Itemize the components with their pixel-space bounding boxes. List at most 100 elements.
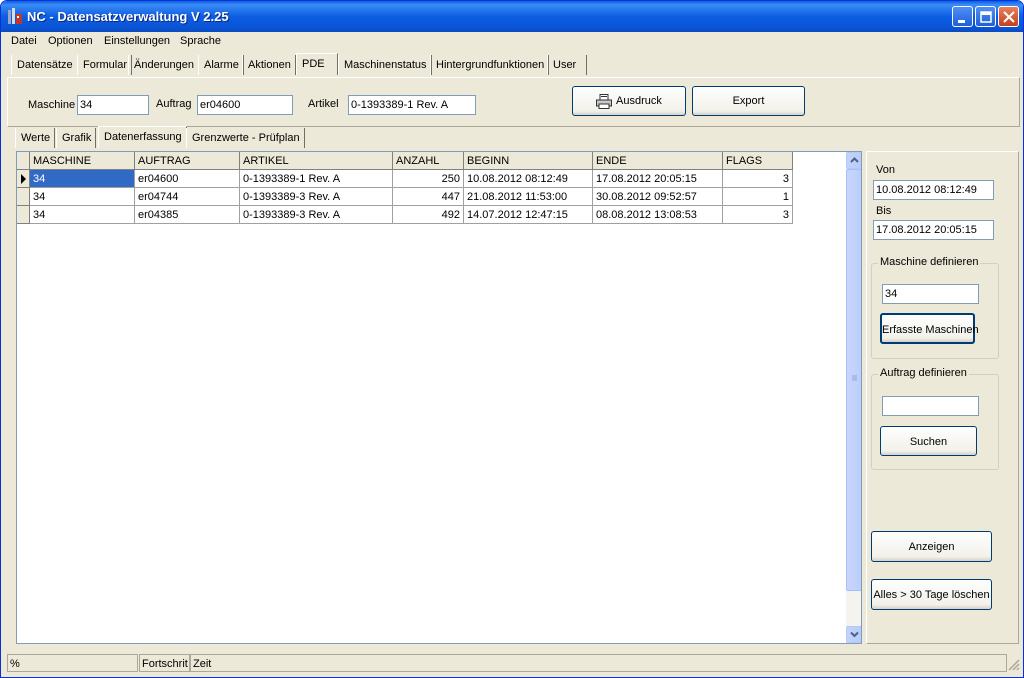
table-cell[interactable]: 34 (30, 206, 135, 224)
tab-grenzwerte-pruefplan[interactable]: Grenzwerte - Prüfplan (186, 128, 305, 148)
column-header-ende[interactable]: ENDE (593, 152, 723, 170)
scroll-thumb[interactable] (846, 169, 861, 591)
status-zeit: Zeit (190, 654, 1007, 672)
row-indicator[interactable] (17, 188, 30, 206)
scroll-down-button[interactable] (846, 626, 861, 643)
maschine-label: Maschine (28, 99, 76, 111)
side-panel: Von 10.08.2012 08:12:49 Bis 17.08.2012 2… (866, 151, 1019, 644)
close-button[interactable] (998, 6, 1019, 27)
tab-werte[interactable]: Werte (15, 128, 56, 148)
resize-grip-icon[interactable] (1007, 658, 1020, 674)
current-row-arrow-icon (21, 174, 26, 184)
grid-corner (17, 152, 30, 170)
status-bar: % Fortschrit Zeit (1, 652, 1023, 677)
auftrag-define-input[interactable] (882, 396, 979, 416)
row-indicator[interactable] (17, 170, 30, 188)
tab-maschinenstatus[interactable]: Maschinenstatus (338, 55, 432, 75)
app-icon (7, 8, 23, 25)
bis-input[interactable]: 17.08.2012 20:05:15 (873, 220, 994, 240)
minimize-button[interactable] (952, 6, 973, 27)
menu-datei[interactable]: Datei (11, 35, 37, 47)
column-header-auftrag[interactable]: AUFTRAG (135, 152, 240, 170)
auftrag-label: Auftrag (156, 98, 192, 110)
chevron-down-icon (850, 631, 859, 638)
tab-alarme[interactable]: Alarme (198, 55, 244, 75)
close-icon (1003, 11, 1015, 23)
table-cell[interactable]: 0-1393389-3 Rev. A (240, 206, 393, 224)
erfasste-maschinen-button[interactable]: Erfasste Maschinen (880, 313, 979, 344)
tab-aenderungen[interactable]: Änderungen (128, 55, 199, 75)
maschine-input[interactable]: 34 (77, 95, 149, 115)
table-cell[interactable]: 34 (30, 170, 135, 188)
artikel-label: Artikel (308, 98, 339, 110)
maschine-group-title: Maschine definieren (878, 256, 981, 268)
auftrag-input[interactable]: er04600 (197, 95, 293, 115)
table-cell[interactable]: 0-1393389-3 Rev. A (240, 188, 393, 206)
table-cell[interactable]: 250 (393, 170, 464, 188)
chevron-up-icon (850, 157, 859, 163)
delete-old-button[interactable]: Alles > 30 Tage löschen (871, 579, 992, 610)
data-grid[interactable]: MASCHINE AUFTRAG ARTIKEL ANZAHL BEGINN E… (16, 151, 862, 644)
bis-label: Bis (876, 205, 892, 217)
status-fortschritt: Fortschrit (139, 654, 190, 672)
table-cell[interactable]: 3 (723, 206, 793, 224)
tab-pde[interactable]: PDE (296, 53, 338, 75)
tab-user[interactable]: User (547, 55, 587, 75)
tab-hintergrundfunktionen[interactable]: Hintergrundfunktionen (430, 55, 550, 75)
tab-formular[interactable]: Formular (77, 55, 133, 75)
main-tab-strip: Datensätze Formular Änderungen Alarme Ak… (1, 53, 1023, 76)
table-cell[interactable]: 10.08.2012 08:12:49 (464, 170, 593, 188)
maschine-define-input[interactable]: 34 (882, 284, 979, 304)
artikel-input[interactable]: 0-1393389-1 Rev. A (348, 95, 476, 115)
menu-einstellungen[interactable]: Einstellungen (104, 35, 170, 47)
scroll-up-button[interactable] (846, 152, 861, 169)
auftrag-group-title: Auftrag definieren (878, 367, 969, 379)
table-cell[interactable]: er04744 (135, 188, 240, 206)
minimize-icon (958, 20, 965, 23)
table-cell[interactable]: 3 (723, 170, 793, 188)
menu-sprache[interactable]: Sprache (180, 35, 221, 47)
tab-grafik[interactable]: Grafik (56, 128, 97, 148)
column-header-artikel[interactable]: ARTIKEL (240, 152, 393, 170)
row-indicator[interactable] (17, 206, 30, 224)
sub-tab-strip: Werte Grafik Datenerfassung Grenzwerte -… (1, 126, 861, 149)
tab-datenerfassung[interactable]: Datenerfassung (98, 126, 187, 148)
table-cell[interactable]: 447 (393, 188, 464, 206)
table-cell[interactable]: 17.08.2012 20:05:15 (593, 170, 723, 188)
table-cell[interactable]: 492 (393, 206, 464, 224)
auftrag-group: Auftrag definieren Suchen (871, 367, 999, 470)
table-cell[interactable]: 08.08.2012 13:08:53 (593, 206, 723, 224)
menu-bar: Datei Optionen Einstellungen Sprache (1, 32, 1023, 52)
table-cell[interactable]: 0-1393389-1 Rev. A (240, 170, 393, 188)
maximize-icon (980, 11, 992, 23)
title-bar[interactable]: NC - Datensatzverwaltung V 2.25 (1, 1, 1023, 32)
table-cell[interactable]: 30.08.2012 09:52:57 (593, 188, 723, 206)
von-label: Von (876, 164, 895, 176)
table-cell[interactable]: er04600 (135, 170, 240, 188)
anzeigen-button[interactable]: Anzeigen (871, 531, 992, 562)
suchen-button[interactable]: Suchen (880, 426, 977, 456)
column-header-flags[interactable]: FLAGS (723, 152, 793, 170)
window-title: NC - Datensatzverwaltung V 2.25 (27, 9, 229, 24)
grip-icon (852, 375, 857, 381)
von-input[interactable]: 10.08.2012 08:12:49 (873, 180, 994, 200)
table-cell[interactable]: 14.07.2012 12:47:15 (464, 206, 593, 224)
table-cell[interactable]: 34 (30, 188, 135, 206)
maschine-group: Maschine definieren 34 Erfasste Maschine… (871, 256, 999, 359)
table-cell[interactable]: er04385 (135, 206, 240, 224)
tab-datensaetze[interactable]: Datensätze (11, 55, 78, 75)
table-cell[interactable]: 21.08.2012 11:53:00 (464, 188, 593, 206)
vertical-scrollbar[interactable] (846, 152, 861, 643)
print-button[interactable]: Ausdruck (572, 86, 686, 116)
column-header-anzahl[interactable]: ANZAHL (393, 152, 464, 170)
filter-panel: Maschine 34 Auftrag er04600 Artikel 0-13… (7, 77, 1020, 127)
column-header-maschine[interactable]: MASCHINE (30, 152, 135, 170)
status-percent: % (7, 654, 138, 672)
column-header-beginn[interactable]: BEGINN (464, 152, 593, 170)
menu-optionen[interactable]: Optionen (48, 35, 93, 47)
export-button[interactable]: Export (692, 86, 805, 116)
tab-aktionen[interactable]: Aktionen (242, 55, 296, 75)
maximize-button[interactable] (975, 6, 996, 27)
table-cell[interactable]: 1 (723, 188, 793, 206)
app-window: NC - Datensatzverwaltung V 2.25 Datei Op… (0, 0, 1024, 678)
